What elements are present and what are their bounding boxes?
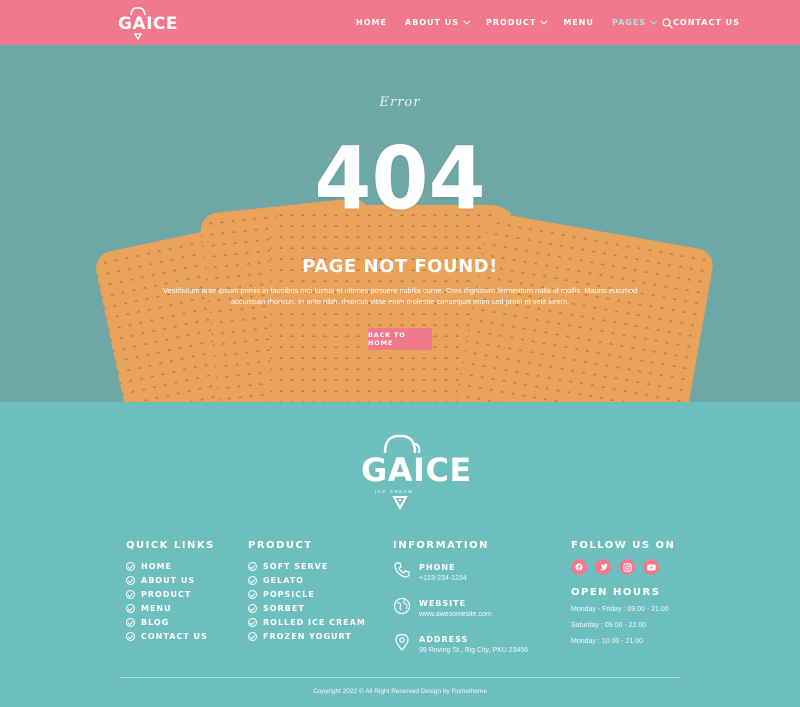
check-circle-icon [126,589,135,599]
globe-icon [393,597,411,615]
nav-item-label: PAGES [611,18,647,27]
quick-links-column: QUICK LINKS HOME ABOUT US PRODUCT MENU B… [126,540,215,643]
social-links [571,559,675,575]
hours-line: Monday - Friday : 09.00 - 21.00 [571,606,669,613]
check-circle-icon [248,561,257,571]
twitter-icon[interactable] [595,559,611,575]
back-to-home-button[interactable]: BACK TO HOME [368,328,432,350]
footer-link-label: FROZEN YOGURT [263,631,352,641]
error-eyebrow: Error [379,95,421,110]
hours-line: Monday : 10.00 - 21.00 [571,638,643,645]
footer-brand-name: GAICE [361,451,472,489]
check-circle-icon [126,631,135,641]
info-address: ADDRESS 99 Roving St., Big City, PKU 234… [393,631,528,665]
footer-divider [120,677,680,678]
info-label: PHONE [419,563,456,572]
nav-item-label: ABOUT US [404,18,460,27]
check-circle-icon [248,589,257,599]
product-column: PRODUCT SOFT SERVE GELATO POPSICLE SORBE… [248,540,366,643]
footer-link-rolled-ice-cream[interactable]: ROLLED ICE CREAM [248,615,366,629]
follow-column: FOLLOW US ON OPEN HOURS Monday - Friday … [571,540,675,654]
chevron-down-icon [650,17,658,25]
instagram-icon[interactable] [619,559,635,575]
footer-link-label: CONTACT US [141,631,208,641]
footer-link-frozen-yogurt[interactable]: FROZEN YOGURT [248,629,366,643]
info-label: WEBSITE [419,599,467,608]
footer-link-label: ABOUT US [141,575,196,585]
footer-link-gelato[interactable]: GELATO [248,573,366,587]
youtube-icon[interactable] [643,559,659,575]
information-title: INFORMATION [393,540,489,551]
check-circle-icon [126,575,135,585]
page-title: PAGE NOT FOUND! [302,256,498,277]
footer-link-contact-us[interactable]: CONTACT US [126,629,215,643]
footer-link-soft-serve[interactable]: SOFT SERVE [248,559,366,573]
facebook-icon[interactable] [571,559,587,575]
chevron-down-icon [463,17,471,25]
nav-item-menu[interactable]: MENU [563,18,594,27]
nav-item-label: CONTACT US [673,18,740,27]
copyright-text: Copyright 2022 © All Right Reserved Desi… [313,688,487,695]
footer-link-label: SORBET [263,603,305,613]
search-icon[interactable] [662,16,673,29]
footer-brand-tagline: ICE CREAM [375,489,414,494]
map-pin-icon [395,633,409,651]
nav-item-about-us[interactable]: ABOUT US [404,17,471,27]
error-code: 404 [314,129,486,230]
phone-icon [394,562,410,578]
info-label: ADDRESS [419,635,469,644]
check-circle-icon [126,561,135,571]
footer-link-label: ROLLED ICE CREAM [263,617,366,627]
check-circle-icon [248,603,257,613]
footer-link-popsicle[interactable]: POPSICLE [248,587,366,601]
nav-item-label: HOME [356,18,387,27]
check-circle-icon [126,617,135,627]
footer-link-about-us[interactable]: ABOUT US [126,573,215,587]
footer-link-product[interactable]: PRODUCT [126,587,215,601]
site-footer: GAICE ICE CREAM QUICK LINKS HOME ABOUT U… [0,402,800,707]
open-hours-title: OPEN HOURS [571,587,661,598]
website-value[interactable]: www.awesomesite.com [419,611,492,618]
hours-line: Saturday : 09.00 - 22.00 [571,622,647,629]
follow-title: FOLLOW US ON [571,540,676,551]
check-circle-icon [248,575,257,585]
info-website: WEBSITE www.awesomesite.com [393,595,492,629]
footer-link-label: MENU [141,603,172,613]
nav-item-product[interactable]: PRODUCT [486,17,548,27]
error-description: Vestibulum ante ipsum primis in faucibus… [162,286,638,306]
check-circle-icon [248,617,257,627]
top-navbar: GAICE HOME ABOUT US PRODUCT MENU PAGES C… [0,0,800,45]
brand-name: GAICE [118,14,179,34]
info-phone: PHONE +123-234-1234 [393,559,489,593]
brand-logo[interactable]: GAICE [118,6,178,40]
footer-link-label: HOME [141,561,172,571]
footer-logo[interactable]: GAICE ICE CREAM [355,429,471,514]
nav-item-label: MENU [563,18,594,27]
product-title: PRODUCT [248,540,313,551]
check-circle-icon [248,631,257,641]
nav-item-home[interactable]: HOME [356,18,387,27]
footer-link-home[interactable]: HOME [126,559,215,573]
footer-link-label: SOFT SERVE [263,561,329,571]
phone-value[interactable]: +123-234-1234 [419,575,467,582]
chevron-down-icon [540,17,548,25]
footer-link-label: BLOG [141,617,170,627]
footer-link-label: PRODUCT [141,589,192,599]
nav-item-contact-us[interactable]: CONTACT US [673,18,740,27]
nav-item-label: PRODUCT [486,18,537,27]
footer-link-sorbet[interactable]: SORBET [248,601,366,615]
hero-404: Error 404 PAGE NOT FOUND! Vestibulum ant… [0,45,800,402]
main-menu: HOME ABOUT US PRODUCT MENU PAGES CONTACT… [356,0,758,45]
quick-links-title: QUICK LINKS [126,540,215,551]
footer-link-label: POPSICLE [263,589,315,599]
footer-link-blog[interactable]: BLOG [126,615,215,629]
address-value: 99 Roving St., Big City, PKU 23456 [419,647,529,654]
information-column: INFORMATION PHONE +123-234-1234 WEBSITE … [393,540,528,667]
nav-item-pages[interactable]: PAGES [611,17,658,27]
footer-link-menu[interactable]: MENU [126,601,215,615]
check-circle-icon [126,603,135,613]
footer-link-label: GELATO [263,575,304,585]
